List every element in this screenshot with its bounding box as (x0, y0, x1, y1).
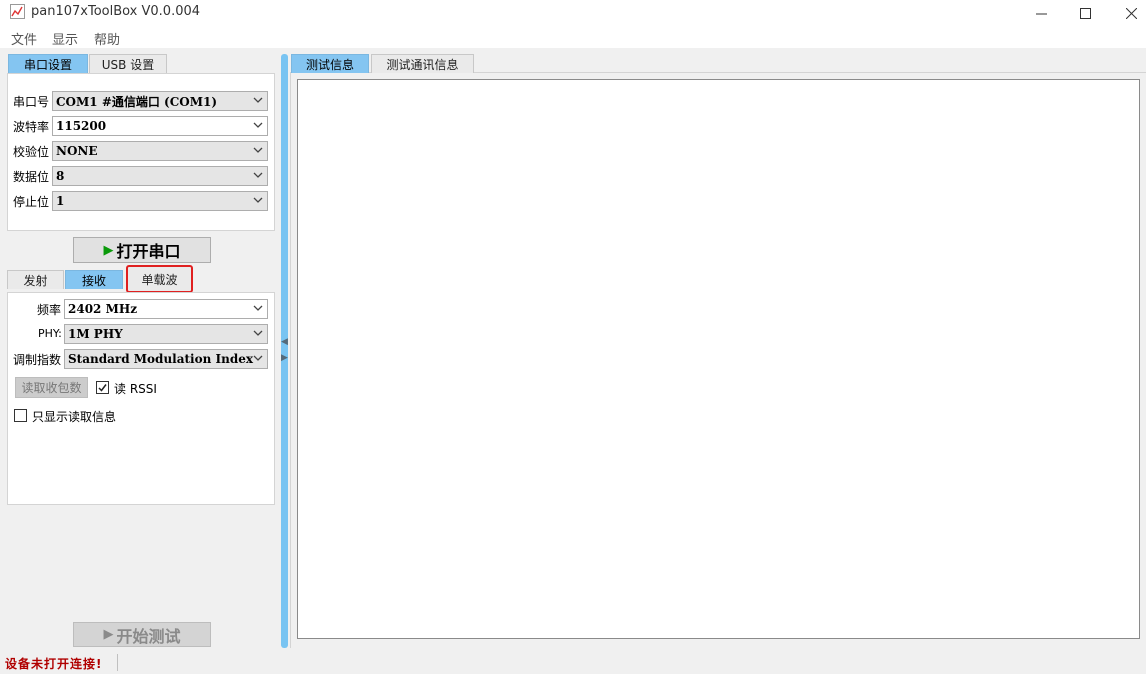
open-port-label: 打开串口 (116, 242, 181, 261)
chevron-down-icon (253, 147, 263, 153)
read-count-button[interactable]: 读取收包数 (15, 377, 88, 398)
play-icon: ▶ (103, 242, 114, 258)
menu-view[interactable]: 显示 (52, 29, 78, 48)
panel-splitter[interactable] (281, 54, 288, 648)
modulation-label: 调制指数 (13, 353, 62, 367)
freq-label: 频率 (37, 303, 62, 317)
phy-value: 1M PHY (68, 327, 123, 341)
menu-bar: 文件 显示 帮助 (0, 26, 1146, 48)
collapse-left-icon[interactable]: ◀ (281, 336, 288, 348)
port-label: 串口号 (13, 95, 50, 109)
parity-label: 校验位 (13, 145, 50, 159)
freq-value: 2402 MHz (68, 302, 138, 316)
modulation-value: Standard Modulation Index (68, 352, 254, 366)
tab-single-carrier[interactable]: 单载波 (126, 265, 193, 293)
expand-right-icon[interactable]: ▶ (281, 352, 288, 364)
start-test-button[interactable]: ▶ 开始测试 (73, 622, 211, 647)
chevron-down-icon (253, 197, 263, 203)
window-title: pan107xToolBox V0.0.004 (31, 4, 201, 19)
minimize-icon (1035, 13, 1047, 14)
tab-serial-settings[interactable]: 串口设置 (8, 54, 88, 73)
status-divider (117, 654, 118, 671)
chevron-down-icon (253, 122, 263, 128)
tab-transmit[interactable]: 发射 (7, 270, 64, 289)
tab-comm-info[interactable]: 测试通讯信息 (371, 54, 474, 73)
parity-select[interactable]: NONE (52, 141, 268, 161)
stopbits-value: 1 (56, 194, 65, 208)
freq-select[interactable]: 2402 MHz (64, 299, 268, 319)
test-log-area[interactable] (297, 79, 1140, 639)
chevron-down-icon (253, 355, 263, 361)
close-button[interactable] (1108, 0, 1146, 26)
chevron-down-icon (253, 172, 263, 178)
databits-value: 8 (56, 169, 65, 183)
close-icon (1125, 7, 1137, 19)
baud-label: 波特率 (13, 120, 50, 134)
tab-usb-settings[interactable]: USB 设置 (89, 54, 167, 73)
only-read-info-label: 只显示读取信息 (32, 410, 117, 424)
minimize-button[interactable] (1018, 0, 1064, 26)
stopbits-label: 停止位 (13, 195, 50, 209)
baud-select[interactable]: 115200 (52, 116, 268, 136)
maximize-button[interactable] (1062, 0, 1108, 26)
port-select[interactable]: COM1 #通信端口 (COM1) (52, 91, 268, 111)
start-test-label: 开始测试 (116, 626, 181, 646)
read-rssi-checkbox[interactable] (96, 381, 109, 394)
stopbits-select[interactable]: 1 (52, 191, 268, 211)
menu-file[interactable]: 文件 (11, 29, 37, 48)
chevron-down-icon (253, 97, 263, 103)
chevron-down-icon (253, 330, 263, 336)
menu-help[interactable]: 帮助 (94, 29, 120, 48)
play-icon: ▶ (103, 627, 114, 642)
status-message: 设备未打开连接! (5, 657, 103, 671)
chevron-down-icon (253, 305, 263, 311)
parity-value: NONE (56, 144, 98, 158)
read-rssi-label: 读 RSSI (114, 382, 157, 396)
tab-test-info[interactable]: 测试信息 (291, 54, 369, 73)
port-value: COM1 #通信端口 (COM1) (56, 94, 218, 109)
databits-select[interactable]: 8 (52, 166, 268, 186)
open-port-button[interactable]: ▶ 打开串口 (73, 237, 211, 263)
phy-select[interactable]: 1M PHY (64, 324, 268, 344)
baud-value: 115200 (56, 119, 107, 133)
phy-label: PHY: (38, 327, 62, 340)
databits-label: 数据位 (13, 170, 50, 184)
modulation-select[interactable]: Standard Modulation Index (64, 349, 268, 369)
checkmark-icon (98, 384, 107, 392)
maximize-icon (1079, 7, 1091, 19)
only-read-info-checkbox[interactable] (14, 409, 27, 422)
tab-receive[interactable]: 接收 (65, 270, 123, 289)
title-bar: pan107xToolBox V0.0.004 (0, 0, 1146, 26)
app-icon (10, 4, 25, 19)
